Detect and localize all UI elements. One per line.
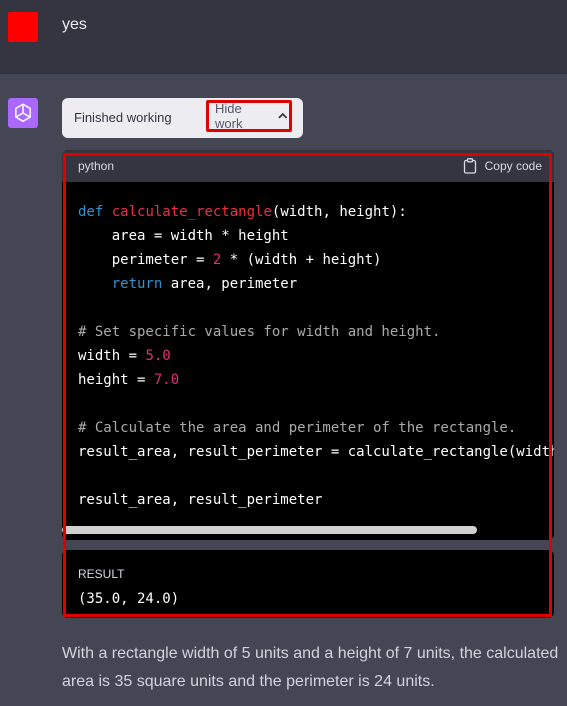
hide-work-button[interactable]: Hide work <box>206 100 292 132</box>
result-label: RESULT <box>78 567 125 581</box>
code-language-label: python <box>78 159 115 173</box>
chevron-up-icon <box>278 112 288 119</box>
copy-code-label: Copy code <box>484 159 542 173</box>
assistant-answer-text: With a rectangle width of 5 units and a … <box>62 645 559 690</box>
code-header: python Copy code <box>62 150 554 182</box>
code-horizontal-scrollbar[interactable] <box>62 526 477 534</box>
openai-logo-icon <box>8 98 38 128</box>
copy-code-button[interactable]: Copy code <box>463 158 542 174</box>
code-content: def calculate_rectangle(width, height): … <box>78 204 554 508</box>
work-status-pill: Finished working Hide work <box>62 98 303 138</box>
user-message-text: yes <box>62 16 87 33</box>
result-value: (35.0, 24.0) <box>78 591 180 607</box>
work-status-label: Finished working <box>74 110 172 125</box>
result-block: RESULT (35.0, 24.0) <box>62 550 554 618</box>
code-block: python Copy code def calculate_rectangle… <box>62 150 554 540</box>
user-message-row: yes <box>0 0 567 74</box>
clipboard-icon <box>463 158 476 174</box>
user-avatar <box>8 12 38 42</box>
hide-work-label: Hide work <box>215 101 243 131</box>
